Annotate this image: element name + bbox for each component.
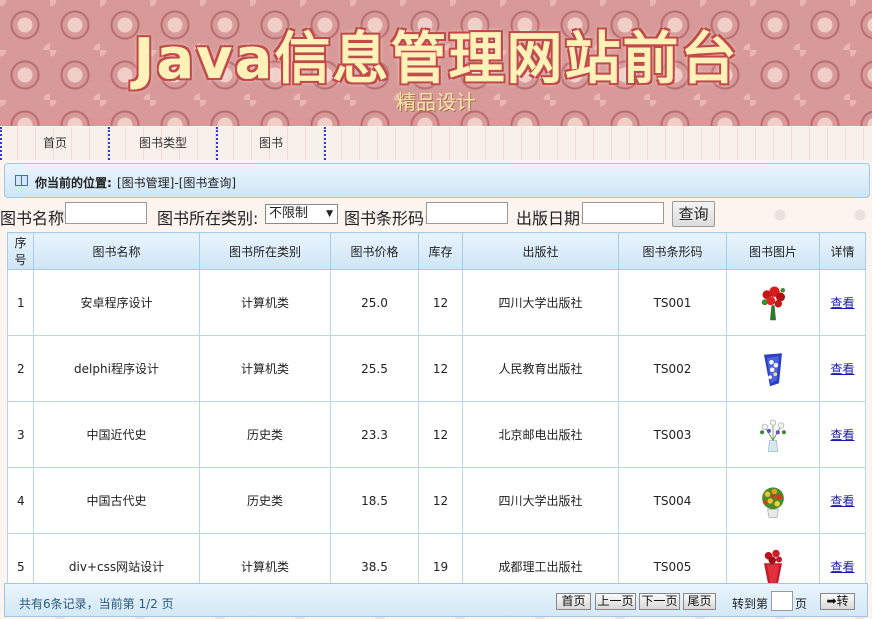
cell-stock: 12: [418, 467, 463, 534]
red-rose-bouquet-icon: [761, 286, 785, 320]
goto-button[interactable]: ➡转: [820, 593, 855, 610]
book-name-label: 图书名称:: [0, 209, 70, 228]
search-form: 图书名称: 图书所在类别: 不限制 ▼ 图书条形码: 出版日期: 查询: [0, 200, 872, 230]
cell-image: [726, 401, 820, 468]
category-selected-value: 不限制: [269, 206, 309, 221]
nav-item-book-type[interactable]: 图书类型: [110, 127, 216, 160]
cell-publisher: 人民教育出版社: [462, 335, 619, 402]
cell-price: 23.3: [330, 401, 419, 468]
white-flowers-vase-icon: [760, 419, 786, 452]
page-unit-label: 页: [795, 597, 808, 611]
last-page-button[interactable]: 尾页: [683, 593, 716, 610]
location-path: [图书管理]-[图书查询]: [117, 176, 237, 190]
cell-seq: 3: [7, 401, 34, 468]
cell-stock: 12: [418, 335, 463, 402]
book-name-input[interactable]: [65, 202, 147, 224]
header-seq: 序号: [7, 232, 34, 270]
header-image: 图书图片: [726, 232, 820, 270]
header-banner: Java信息管理网站前台 精品设计: [0, 0, 872, 126]
category-label: 图书所在类别:: [157, 209, 259, 228]
query-button[interactable]: 查询: [672, 201, 715, 227]
publish-date-input[interactable]: [582, 202, 664, 224]
cell-image: [726, 467, 820, 534]
cell-category: 计算机类: [199, 335, 331, 402]
cell-category: 历史类: [199, 467, 331, 534]
cell-publisher: 四川大学出版社: [462, 269, 619, 336]
cell-detail: 查看: [819, 467, 866, 534]
table-row: 3 中国近代史 历史类 23.3 12 北京邮电出版社 TS003 查看: [7, 401, 866, 468]
publish-date-label: 出版日期:: [516, 209, 586, 228]
next-page-button[interactable]: 下一页: [639, 593, 680, 610]
book-icon: [15, 175, 28, 186]
table-header-row: 序号 图书名称 图书所在类别 图书价格 库存 出版社 图书条形码 图书图片 详情: [7, 232, 866, 270]
cell-price: 18.5: [330, 467, 419, 534]
cell-stock: 12: [418, 269, 463, 336]
first-page-button[interactable]: 首页: [556, 593, 591, 610]
cell-barcode: TS001: [618, 269, 727, 336]
header-detail: 详情: [819, 232, 866, 270]
pagination-bar: 共有6条记录，当前第 1/2 页 首页 上一页 下一页 尾页 转到第 页 ➡转: [4, 583, 868, 617]
cell-name: 安卓程序设计: [33, 269, 200, 336]
cell-seq: 2: [7, 335, 34, 402]
cell-image: [726, 269, 820, 336]
header-category: 图书所在类别: [199, 232, 331, 270]
barcode-label: 图书条形码:: [344, 209, 430, 228]
cell-publisher: 北京邮电出版社: [462, 401, 619, 468]
nav-divider: [324, 127, 326, 160]
location-label: 你当前的位置:: [35, 176, 112, 190]
cell-barcode: TS002: [618, 335, 727, 402]
view-detail-link[interactable]: 查看: [830, 296, 854, 310]
nav-item-books[interactable]: 图书: [218, 127, 324, 160]
barcode-input[interactable]: [426, 202, 508, 224]
category-select[interactable]: 不限制 ▼: [265, 204, 338, 224]
site-subtitle: 精品设计: [396, 90, 476, 114]
cell-category: 历史类: [199, 401, 331, 468]
nav-item-home[interactable]: 首页: [2, 127, 108, 160]
book-table-container: 序号 图书名称 图书所在类别 图书价格 库存 出版社 图书条形码 图书图片 详情…: [7, 232, 866, 600]
cell-detail: 查看: [819, 269, 866, 336]
cell-category: 计算机类: [199, 269, 331, 336]
cell-name: delphi程序设计: [33, 335, 200, 402]
view-detail-link[interactable]: 查看: [830, 428, 854, 442]
cell-name: 中国古代史: [33, 467, 200, 534]
header-barcode: 图书条形码: [618, 232, 727, 270]
prev-page-button[interactable]: 上一页: [595, 593, 636, 610]
location-bar: 你当前的位置: [图书管理]-[图书查询]: [4, 163, 870, 198]
cell-price: 25.0: [330, 269, 419, 336]
cell-image: [726, 335, 820, 402]
cell-stock: 12: [418, 401, 463, 468]
header-publisher: 出版社: [462, 232, 619, 270]
top-nav: 首页 图书类型 图书: [0, 127, 872, 160]
site-title: Java信息管理网站前台: [133, 27, 739, 92]
view-detail-link[interactable]: 查看: [830, 362, 854, 376]
cell-name: 中国近代史: [33, 401, 200, 468]
cell-barcode: TS003: [618, 401, 727, 468]
goto-label: 转到第: [732, 597, 769, 611]
cell-detail: 查看: [819, 401, 866, 468]
header-price: 图书价格: [330, 232, 419, 270]
cell-publisher: 四川大学出版社: [462, 467, 619, 534]
blue-flower-bouquet-icon: [764, 352, 782, 386]
dropdown-arrow-icon: ▼: [326, 209, 333, 219]
record-info: 共有6条记录，当前第 1/2 页: [19, 597, 174, 611]
book-table: 序号 图书名称 图书所在类别 图书价格 库存 出版社 图书条形码 图书图片 详情…: [7, 232, 866, 600]
yellow-flower-basket-icon: [762, 486, 784, 518]
header-stock: 库存: [418, 232, 463, 270]
view-detail-link[interactable]: 查看: [830, 560, 854, 574]
table-row: 2 delphi程序设计 计算机类 25.5 12 人民教育出版社 TS002: [7, 335, 866, 402]
table-row: 4 中国古代史 历史类 18.5 12 四川大学出版社 TS004 查看: [7, 467, 866, 534]
cell-barcode: TS004: [618, 467, 727, 534]
header-name: 图书名称: [33, 232, 200, 270]
cell-detail: 查看: [819, 335, 866, 402]
table-row: 1 安卓程序设计 计算机类 25.0 12 四川大学出版社 TS001 查看: [7, 269, 866, 336]
cell-seq: 4: [7, 467, 34, 534]
cell-price: 25.5: [330, 335, 419, 402]
goto-page-input[interactable]: [771, 591, 793, 611]
view-detail-link[interactable]: 查看: [830, 494, 854, 508]
cell-seq: 1: [7, 269, 34, 336]
